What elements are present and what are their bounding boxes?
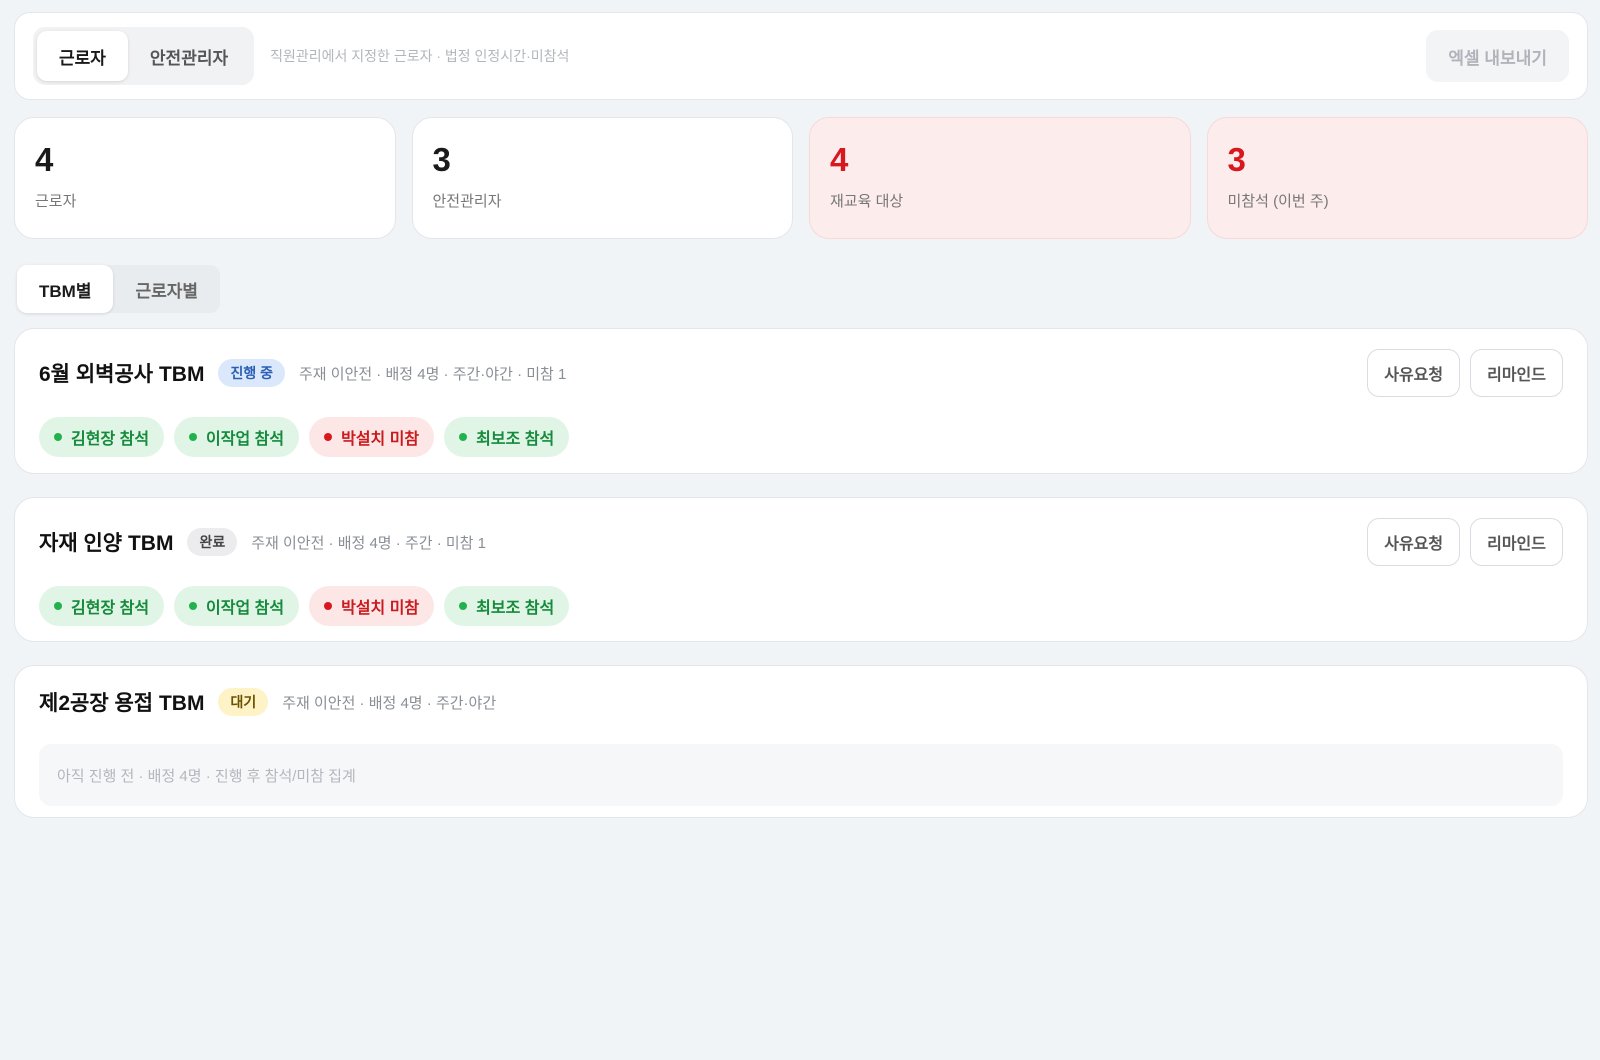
attendee-label: 박설치 미참 [341, 431, 420, 448]
stat-label: 안전관리자 [432, 193, 502, 210]
attendee-label: 최보조 참석 [476, 431, 555, 448]
attendee-label: 김현장 참석 [71, 600, 150, 617]
stat-value: 4 [35, 141, 54, 178]
attendee-label: 박설치 미참 [341, 600, 420, 617]
attendee-chip[interactable]: 박설치 미참 [309, 417, 435, 457]
view-tabs: TBM별 근로자별 [17, 265, 221, 313]
absent-dot-icon [324, 602, 333, 610]
attendee-chip[interactable]: 이작업 참석 [174, 417, 300, 457]
stat-card-absent-this-week: 3 미참석 (이번 주) [1206, 117, 1588, 239]
stat-label: 근로자 [35, 193, 77, 210]
status-badge: 진행 중 [218, 359, 285, 387]
role-toggle: 근로자 안전관리자 [33, 27, 255, 85]
attendee-label: 이작업 참석 [206, 431, 285, 448]
tbm-meta: 주재 이안전 · 배정 4명 · 주간 · 미참 1 [251, 534, 486, 552]
tab-by-worker[interactable]: 근로자별 [113, 265, 220, 313]
pending-note: 아직 진행 전 · 배정 4명 · 진행 후 참석/미참 집계 [39, 744, 1563, 806]
role-tab-safety-manager[interactable]: 안전관리자 [128, 31, 250, 81]
tbm-meta: 주재 이안전 · 배정 4명 · 주간·야간 · 미참 1 [298, 365, 567, 383]
tbm-title: 제2공장 용접 TBM [39, 692, 205, 715]
attendee-chip[interactable]: 박설치 미참 [309, 586, 435, 626]
request-reason-button[interactable]: 사유요청 [1367, 349, 1461, 397]
stat-value: 4 [830, 141, 849, 178]
stat-label: 미참석 (이번 주) [1227, 193, 1329, 210]
attendee-chips: 김현장 참석 이작업 참석 박설치 미참 최보조 참석 [39, 586, 1563, 626]
attendee-chips: 김현장 참석 이작업 참석 박설치 미참 최보조 참석 [39, 417, 1563, 457]
status-badge: 완료 [187, 528, 238, 556]
present-dot-icon [54, 602, 62, 610]
stat-card-workers: 4 근로자 [14, 117, 396, 239]
attendee-chip[interactable]: 이작업 참석 [174, 586, 300, 626]
attendee-label: 이작업 참석 [206, 600, 285, 617]
role-tab-worker[interactable]: 근로자 [37, 31, 128, 81]
remind-button[interactable]: 리마인드 [1470, 349, 1563, 397]
tbm-card: 6월 외벽공사 TBM 진행 중 주재 이안전 · 배정 4명 · 주간·야간 … [14, 328, 1588, 474]
present-dot-icon [189, 433, 198, 441]
attendee-chip[interactable]: 최보조 참석 [444, 586, 570, 626]
stat-cards: 4 근로자 3 안전관리자 4 재교육 대상 3 미참석 (이번 주) [14, 117, 1588, 239]
attendance-page: 근로자 안전관리자 직원관리에서 지정한 근로자 · 법정 인정시간·미참석 엑… [0, 0, 1600, 1060]
present-dot-icon [459, 602, 468, 610]
attendee-label: 김현장 참석 [71, 431, 150, 448]
tbm-title: 자재 인양 TBM [39, 532, 174, 555]
tbm-card-header: 제2공장 용접 TBM 대기 주재 이안전 · 배정 4명 · 주간·야간 [39, 666, 1563, 738]
tab-by-tbm[interactable]: TBM별 [17, 265, 114, 313]
status-badge: 대기 [218, 688, 269, 716]
stat-card-retraining: 4 재교육 대상 [809, 117, 1191, 239]
excel-export-button[interactable]: 엑셀 내보내기 [1426, 30, 1569, 82]
present-dot-icon [189, 602, 198, 610]
attendee-label: 최보조 참석 [476, 600, 555, 617]
attendee-chip[interactable]: 최보조 참석 [444, 417, 570, 457]
present-dot-icon [54, 433, 62, 441]
remind-button[interactable]: 리마인드 [1470, 518, 1563, 566]
stat-value: 3 [432, 141, 451, 178]
tbm-card: 자재 인양 TBM 완료 주재 이안전 · 배정 4명 · 주간 · 미참 1 … [14, 497, 1588, 642]
tbm-meta: 주재 이안전 · 배정 4명 · 주간·야간 [282, 694, 497, 712]
stat-value: 3 [1227, 141, 1246, 178]
tbm-card: 제2공장 용접 TBM 대기 주재 이안전 · 배정 4명 · 주간·야간 아직… [14, 665, 1588, 818]
top-bar: 근로자 안전관리자 직원관리에서 지정한 근로자 · 법정 인정시간·미참석 엑… [14, 12, 1588, 100]
tbm-actions: 사유요청 리마인드 [1367, 518, 1563, 566]
absent-dot-icon [324, 433, 333, 441]
tbm-title: 6월 외벽공사 TBM [39, 363, 205, 386]
present-dot-icon [459, 433, 468, 441]
tbm-actions: 사유요청 리마인드 [1367, 349, 1563, 397]
attendee-chip[interactable]: 김현장 참석 [39, 586, 165, 626]
role-description: 직원관리에서 지정한 근로자 · 법정 인정시간·미참석 [270, 48, 570, 64]
stat-label: 재교육 대상 [830, 193, 904, 210]
tbm-card-header: 6월 외벽공사 TBM 진행 중 주재 이안전 · 배정 4명 · 주간·야간 … [39, 329, 1563, 417]
request-reason-button[interactable]: 사유요청 [1367, 518, 1461, 566]
attendee-chip[interactable]: 김현장 참석 [39, 417, 165, 457]
stat-card-safety-managers: 3 안전관리자 [411, 117, 793, 239]
tbm-card-header: 자재 인양 TBM 완료 주재 이안전 · 배정 4명 · 주간 · 미참 1 … [39, 498, 1563, 586]
